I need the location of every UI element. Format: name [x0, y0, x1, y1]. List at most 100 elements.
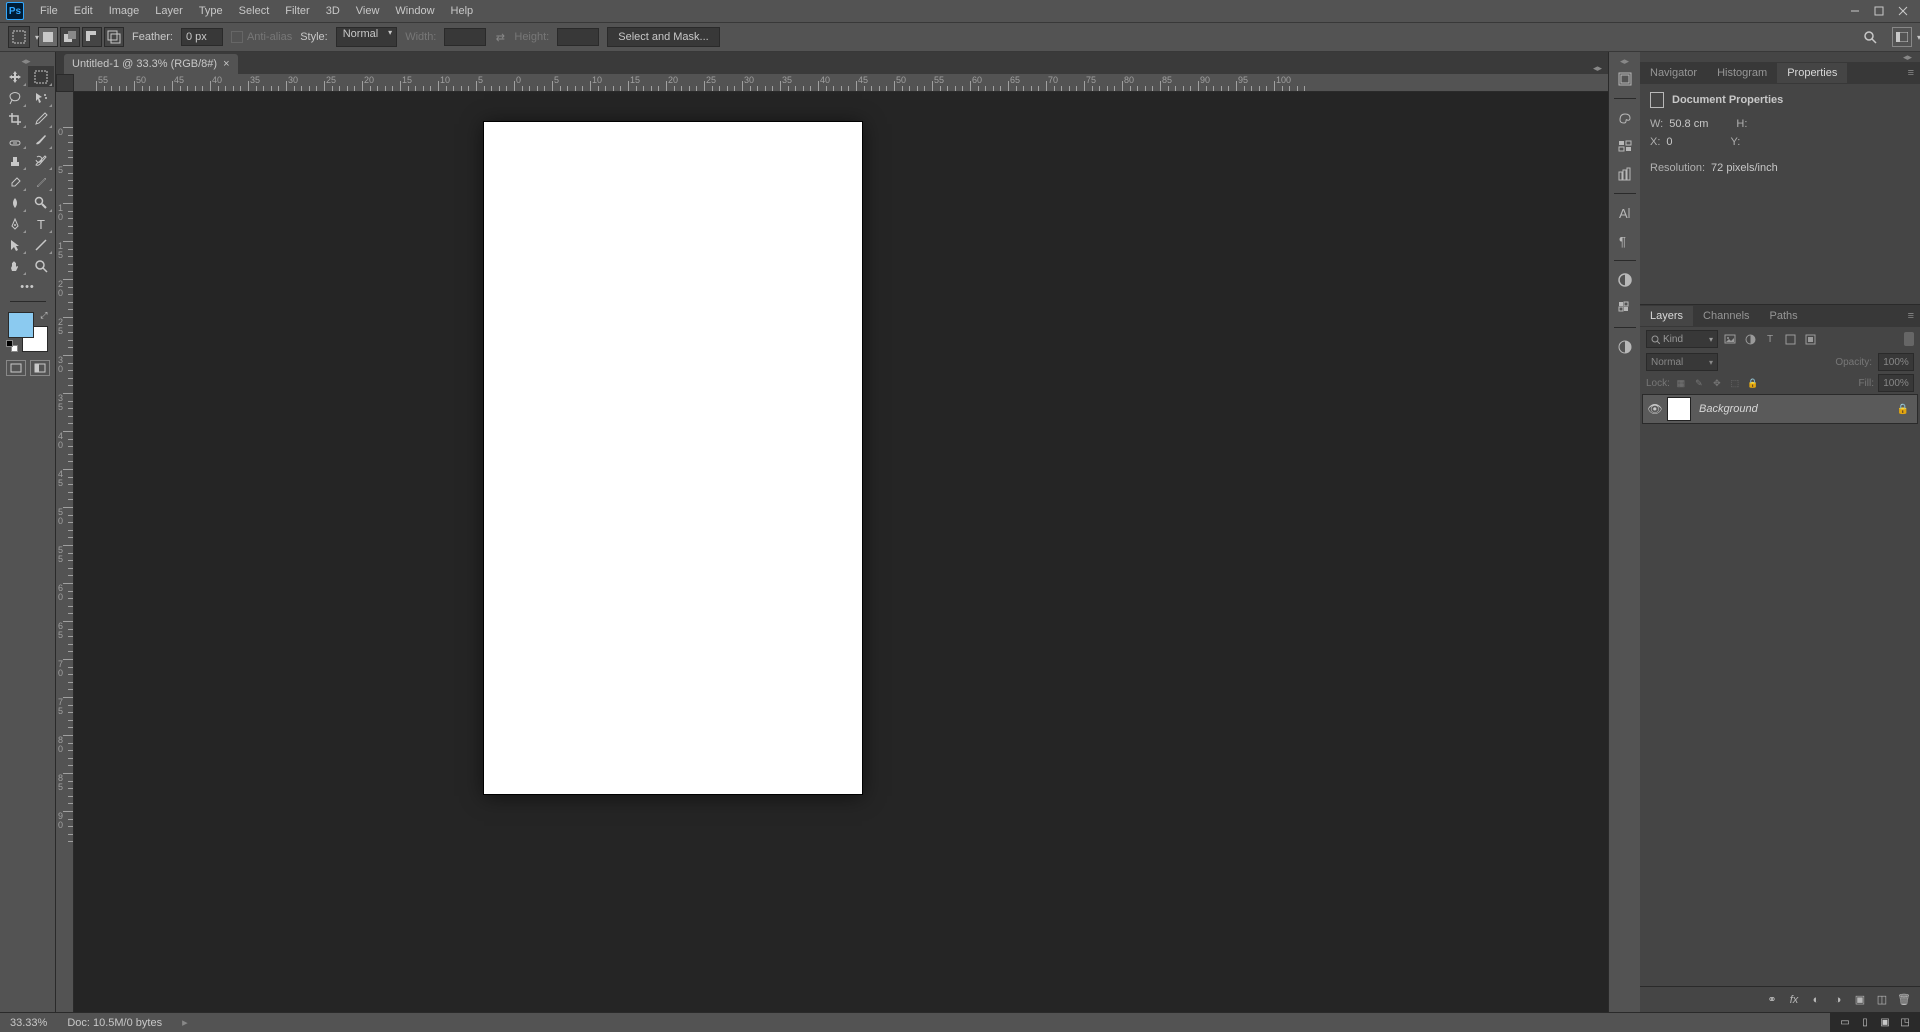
lock-icon[interactable]: 🔒 — [1897, 404, 1909, 415]
styles-panel-icon[interactable] — [1611, 295, 1639, 321]
dodge-tool-icon[interactable] — [28, 192, 54, 213]
workspace-switcher-icon[interactable]: ▾ — [1892, 27, 1912, 47]
history-brush-tool-icon[interactable] — [28, 150, 54, 171]
new-group-icon[interactable]: ▣ — [1852, 992, 1868, 1008]
tray-icon[interactable]: ▣ — [1878, 1016, 1892, 1028]
filter-kind-select[interactable]: Kind▾ — [1646, 330, 1718, 348]
swatches-panel-icon[interactable] — [1611, 133, 1639, 159]
shape-tool-icon[interactable] — [28, 234, 54, 255]
adjustment-layer-icon[interactable]: ◑ — [1830, 992, 1846, 1008]
status-menu-icon[interactable]: ▸ — [182, 1016, 188, 1029]
eraser-tool-icon[interactable] — [2, 171, 28, 192]
layer-mask-icon[interactable]: ◐ — [1808, 992, 1824, 1008]
menu-edit[interactable]: Edit — [66, 2, 101, 20]
lock-artboard-icon[interactable]: ⬚ — [1728, 376, 1742, 390]
move-tool-icon[interactable] — [2, 66, 28, 87]
type-tool-icon[interactable]: T — [28, 213, 54, 234]
menu-filter[interactable]: Filter — [277, 2, 317, 20]
menu-window[interactable]: Window — [387, 2, 442, 20]
menu-select[interactable]: Select — [231, 2, 278, 20]
tab-histogram[interactable]: Histogram — [1707, 63, 1777, 83]
healing-brush-tool-icon[interactable] — [2, 129, 28, 150]
layer-name[interactable]: Background — [1699, 403, 1758, 415]
selection-new-icon[interactable] — [38, 27, 58, 47]
lock-position-icon[interactable]: ✥ — [1710, 376, 1724, 390]
filter-shape-icon[interactable] — [1782, 331, 1798, 347]
menu-image[interactable]: Image — [101, 2, 148, 20]
marquee-tool-icon[interactable] — [28, 66, 54, 87]
quick-select-tool-icon[interactable] — [28, 87, 54, 108]
ruler-horizontal[interactable]: 5550454035302520151050510152025303540455… — [74, 74, 1608, 92]
dock-collapse-icon[interactable]: ◂▸ — [1620, 56, 1629, 64]
tray-icon[interactable]: ◳ — [1898, 1016, 1912, 1028]
default-colors-icon[interactable] — [6, 340, 18, 352]
filter-adjustment-icon[interactable] — [1742, 331, 1758, 347]
menu-3d[interactable]: 3D — [318, 2, 348, 20]
menu-type[interactable]: Type — [191, 2, 231, 20]
document-canvas[interactable] — [484, 122, 862, 794]
swap-colors-icon[interactable]: ⤢ — [40, 310, 47, 321]
menu-help[interactable]: Help — [443, 2, 482, 20]
menu-file[interactable]: File — [32, 2, 66, 20]
edit-toolbar-icon[interactable]: ••• — [15, 276, 41, 297]
screen-mode-icon[interactable] — [30, 360, 50, 376]
tool-preset-picker[interactable]: ▾ — [8, 26, 30, 48]
minimize-button[interactable] — [1844, 3, 1866, 19]
tab-layers[interactable]: Layers — [1640, 306, 1693, 326]
adjustments-panel-icon[interactable] — [1611, 267, 1639, 293]
tab-channels[interactable]: Channels — [1693, 306, 1759, 326]
selection-intersect-icon[interactable] — [104, 27, 124, 47]
canvas-viewport[interactable] — [74, 92, 1608, 1012]
gradient-tool-icon[interactable] — [28, 171, 54, 192]
tab-paths[interactable]: Paths — [1760, 306, 1808, 326]
filter-pixel-icon[interactable] — [1722, 331, 1738, 347]
visibility-icon[interactable]: 👁 — [1643, 402, 1667, 416]
close-icon[interactable]: × — [223, 58, 229, 70]
tools-collapse-icon[interactable]: ◂▸ — [22, 56, 34, 64]
lock-transparency-icon[interactable]: ▦ — [1674, 376, 1688, 390]
character-panel-icon[interactable]: A — [1611, 200, 1639, 226]
lock-all-icon[interactable]: 🔒 — [1746, 376, 1760, 390]
link-layers-icon[interactable]: ⚭ — [1764, 992, 1780, 1008]
menu-layer[interactable]: Layer — [147, 2, 191, 20]
menu-view[interactable]: View — [348, 2, 388, 20]
select-and-mask-button[interactable]: Select and Mask... — [607, 27, 720, 47]
doc-size[interactable]: Doc: 10.5M/0 bytes — [67, 1017, 162, 1029]
tabs-collapse-icon[interactable]: ◂▸ — [1593, 63, 1602, 74]
foreground-color-swatch[interactable] — [8, 312, 34, 338]
tab-navigator[interactable]: Navigator — [1640, 63, 1707, 83]
layer-style-icon[interactable]: fx — [1786, 992, 1802, 1008]
blur-tool-icon[interactable] — [2, 192, 28, 213]
layer-thumbnail[interactable] — [1667, 397, 1691, 421]
quick-mask-icon[interactable] — [6, 360, 26, 376]
selection-add-icon[interactable] — [60, 27, 80, 47]
delete-layer-icon[interactable]: 🗑 — [1896, 992, 1912, 1008]
brush-tool-icon[interactable] — [28, 129, 54, 150]
ruler-origin[interactable] — [56, 74, 74, 92]
lock-pixels-icon[interactable]: ✎ — [1692, 376, 1706, 390]
filter-toggle-switch[interactable] — [1904, 332, 1914, 346]
zoom-tool-icon[interactable] — [28, 255, 54, 276]
new-layer-icon[interactable]: ◫ — [1874, 992, 1890, 1008]
search-icon[interactable] — [1860, 27, 1880, 47]
lasso-tool-icon[interactable] — [2, 87, 28, 108]
filter-smart-icon[interactable] — [1802, 331, 1818, 347]
libraries-panel-icon[interactable] — [1611, 161, 1639, 187]
feather-input[interactable] — [181, 28, 223, 46]
ruler-vertical[interactable]: 051015202530354045505560657075808590 — [56, 92, 74, 1012]
document-tab[interactable]: Untitled-1 @ 33.3% (RGB/8#) × — [64, 54, 238, 74]
maximize-button[interactable] — [1868, 3, 1890, 19]
history-panel-icon[interactable] — [1611, 66, 1639, 92]
tray-icon[interactable]: ▯ — [1858, 1016, 1872, 1028]
paragraph-panel-icon[interactable]: ¶ — [1611, 228, 1639, 254]
panel-collapse-icon[interactable]: ◂▸ — [1640, 52, 1920, 62]
clone-stamp-tool-icon[interactable] — [2, 150, 28, 171]
filter-type-icon[interactable]: T — [1762, 331, 1778, 347]
tab-properties[interactable]: Properties — [1777, 63, 1847, 83]
color-panel-icon[interactable] — [1611, 105, 1639, 131]
zoom-level[interactable]: 33.33% — [10, 1017, 47, 1029]
panel-menu-icon[interactable]: ≡ — [1908, 310, 1914, 322]
tray-icon[interactable]: ▭ — [1838, 1016, 1852, 1028]
path-select-tool-icon[interactable] — [2, 234, 28, 255]
close-button[interactable] — [1892, 3, 1914, 19]
